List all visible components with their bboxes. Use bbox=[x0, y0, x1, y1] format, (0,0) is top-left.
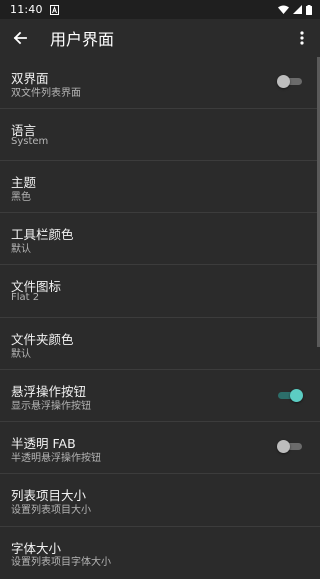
setting-font-size[interactable]: 字体大小 设置列表项目字体大小 bbox=[0, 527, 320, 579]
status-bar: 11:40 bbox=[0, 0, 320, 19]
more-vert-icon bbox=[300, 31, 304, 45]
setting-dual-pane[interactable]: 双界面 双文件列表界面 bbox=[0, 57, 320, 109]
wifi-icon bbox=[278, 5, 289, 14]
setting-subtitle: 默认 bbox=[11, 349, 31, 360]
fab-toggle[interactable] bbox=[278, 388, 303, 402]
setting-subtitle: 显示悬浮操作按钮 bbox=[11, 401, 91, 412]
setting-subtitle: 双文件列表界面 bbox=[11, 88, 81, 99]
setting-subtitle: Flat 2 bbox=[11, 292, 40, 303]
setting-subtitle: 黑色 bbox=[11, 192, 31, 203]
app-bar: 用户界面 bbox=[0, 19, 320, 57]
back-button[interactable] bbox=[0, 19, 40, 57]
more-options-button[interactable] bbox=[290, 19, 314, 57]
arrow-back-icon bbox=[13, 31, 27, 45]
setting-list-item-size[interactable]: 列表项目大小 设置列表项目大小 bbox=[0, 474, 320, 527]
setting-file-icon[interactable]: 文件图标 Flat 2 bbox=[0, 265, 320, 318]
translucent-fab-toggle[interactable] bbox=[277, 439, 302, 453]
dual-pane-toggle[interactable] bbox=[277, 74, 302, 88]
setting-subtitle: 设置列表项目大小 bbox=[11, 505, 91, 516]
setting-subtitle: 默认 bbox=[11, 244, 31, 255]
battery-icon bbox=[306, 4, 312, 15]
setting-toolbar-color[interactable]: 工具栏颜色 默认 bbox=[0, 213, 320, 265]
notification-a-icon bbox=[49, 4, 59, 15]
settings-list: 双界面 双文件列表界面 语言 System 主题 黑色 工具栏颜色 默认 文件图… bbox=[0, 57, 320, 579]
page-title: 用户界面 bbox=[50, 30, 115, 49]
setting-translucent-fab[interactable]: 半透明 FAB 半透明悬浮操作按钮 bbox=[0, 422, 320, 474]
signal-icon bbox=[293, 5, 302, 14]
setting-subtitle: 半透明悬浮操作按钮 bbox=[11, 453, 101, 464]
setting-fab[interactable]: 悬浮操作按钮 显示悬浮操作按钮 bbox=[0, 370, 320, 422]
setting-subtitle: 设置列表项目字体大小 bbox=[11, 557, 111, 568]
setting-language[interactable]: 语言 System bbox=[0, 109, 320, 161]
setting-subtitle: System bbox=[11, 136, 49, 147]
setting-folder-color[interactable]: 文件夹颜色 默认 bbox=[0, 318, 320, 370]
setting-theme[interactable]: 主题 黑色 bbox=[0, 161, 320, 213]
status-time: 11:40 bbox=[10, 3, 43, 16]
